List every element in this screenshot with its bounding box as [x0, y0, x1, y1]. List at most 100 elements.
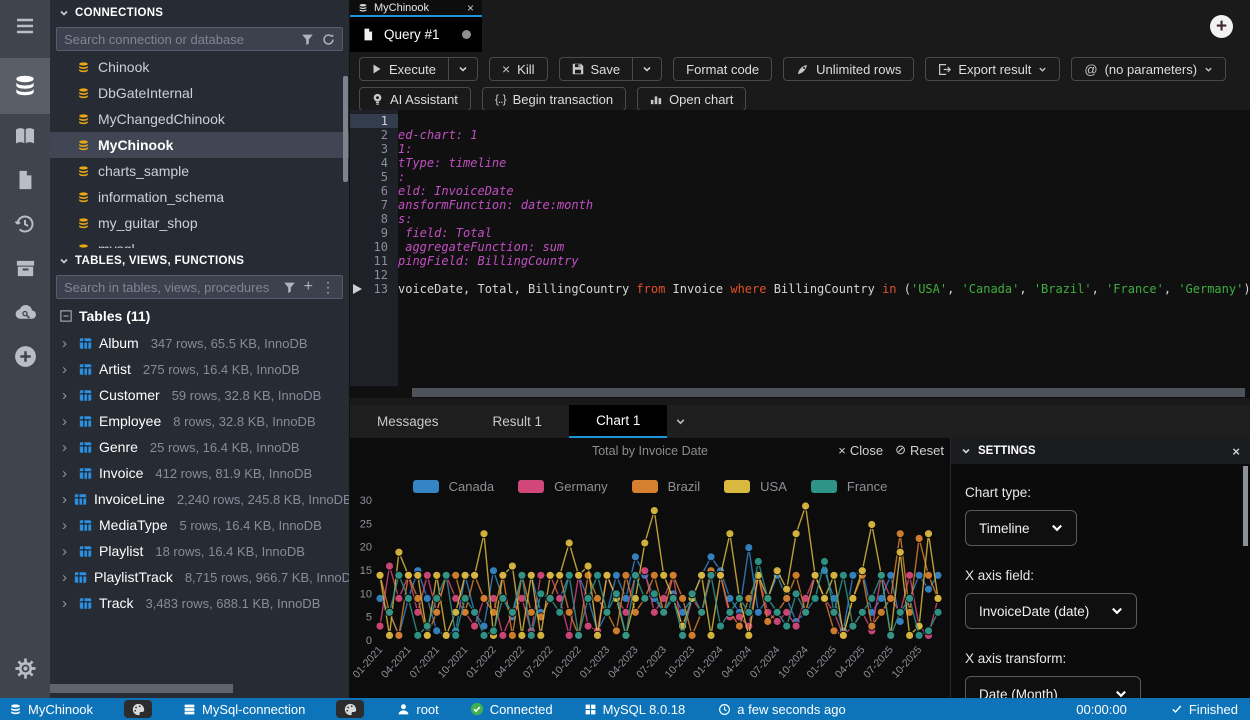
kill-button[interactable]: × Kill [489, 57, 548, 81]
chevron-right-icon[interactable]: › [62, 517, 72, 534]
settings-scrollbar[interactable] [1243, 466, 1248, 546]
tab-messages[interactable]: Messages [350, 405, 466, 438]
chevron-right-icon[interactable]: › [62, 465, 72, 482]
connection-item-charts_sample[interactable]: charts_sample [50, 158, 349, 184]
chevron-right-icon[interactable]: › [62, 335, 72, 352]
refresh-icon[interactable] [322, 33, 335, 46]
editor-code[interactable]: ed-chart: 11:tType: timeline:eld: Invoic… [398, 114, 1250, 296]
save-button[interactable]: Save [559, 57, 634, 81]
connection-item-DbGateInternal[interactable]: DbGateInternal [50, 80, 349, 106]
new-tab-button[interactable]: + [1210, 15, 1233, 38]
connection-tab[interactable]: MyChinook × [350, 0, 482, 17]
chevron-right-icon[interactable]: › [62, 387, 72, 404]
connection-color-button[interactable] [336, 700, 364, 718]
table-item-Invoice[interactable]: › Invoice 412 rows, 81.9 KB, InnoDB [50, 460, 349, 486]
table-item-Employee[interactable]: › Employee 8 rows, 32.8 KB, InnoDB [50, 408, 349, 434]
table-item-Playlist[interactable]: › Playlist 18 rows, 16.4 KB, InnoDB [50, 538, 349, 564]
connection-item-my_guitar_shop[interactable]: my_guitar_shop [50, 210, 349, 236]
format-code-button[interactable]: Format code [673, 57, 772, 81]
connection-item-mysql[interactable]: mysql [50, 236, 349, 248]
close-icon[interactable]: × [1232, 444, 1240, 459]
chart-close-button[interactable]: ×Close [838, 442, 883, 458]
add-icon[interactable]: + [304, 279, 313, 295]
table-item-MediaType[interactable]: › MediaType 5 rows, 16.4 KB, InnoDB [50, 512, 349, 538]
database-color-button[interactable] [124, 700, 152, 718]
filter-icon[interactable] [301, 33, 314, 46]
connection-item-Chinook[interactable]: Chinook [50, 54, 349, 80]
save-dropdown[interactable] [633, 57, 662, 81]
unlimited-rows-button[interactable]: Unlimited rows [783, 57, 914, 81]
close-icon[interactable]: × [467, 1, 474, 15]
legend-item-USA[interactable]: USA [724, 479, 787, 494]
legend-item-Brazil[interactable]: Brazil [632, 479, 701, 494]
table-item-Genre[interactable]: › Genre 25 rows, 16.4 KB, InnoDB [50, 434, 349, 460]
x-field-select[interactable]: InvoiceDate (date) [965, 593, 1137, 629]
svg-text:10-2022: 10-2022 [549, 644, 584, 681]
legend-item-Germany[interactable]: Germany [518, 479, 607, 494]
connections-search[interactable] [56, 27, 343, 51]
table-item-InvoiceLine[interactable]: › InvoiceLine 2,240 rows, 245.8 KB, Inno… [50, 486, 349, 512]
filter-icon[interactable] [283, 281, 296, 294]
sidebar-item-add[interactable] [0, 334, 50, 378]
chevron-right-icon[interactable]: › [62, 569, 67, 586]
status-connection[interactable]: MySql-connection [183, 702, 305, 717]
chevron-right-icon[interactable]: › [62, 595, 72, 612]
table-item-Artist[interactable]: › Artist 275 rows, 16.4 KB, InnoDB [50, 356, 349, 382]
tabs-dropdown[interactable] [667, 405, 694, 438]
file-icon [361, 27, 375, 42]
braces-icon: {..} [495, 92, 506, 106]
menu-button[interactable] [0, 4, 50, 48]
parameters-button[interactable]: @ (no parameters) [1071, 57, 1226, 81]
sidebar-item-cloud[interactable] [0, 290, 50, 334]
editor-hscrollbar[interactable] [412, 388, 1245, 397]
connection-item-MyChinook[interactable]: MyChinook [50, 132, 349, 158]
table-item-Customer[interactable]: › Customer 59 rows, 32.8 KB, InnoDB [50, 382, 349, 408]
tables-header[interactable]: TABLES, VIEWS, FUNCTIONS [50, 248, 349, 274]
chart-type-select[interactable]: Timeline [965, 510, 1077, 546]
line-number: 6 [350, 184, 398, 198]
code-line: eld: InvoiceDate [398, 184, 1250, 198]
sidebar-item-history[interactable] [0, 202, 50, 246]
tables-list: › Album 347 rows, 65.5 KB, InnoDB› Artis… [50, 330, 349, 616]
tables-hscrollbar[interactable] [50, 684, 233, 693]
settings-button[interactable] [0, 646, 50, 690]
settings-header[interactable]: SETTINGS × [951, 438, 1250, 464]
tables-group[interactable]: Tables (11) [50, 302, 349, 330]
tab-result-1[interactable]: Result 1 [466, 405, 570, 438]
query-tab[interactable]: Query #1 [350, 17, 482, 52]
chevron-right-icon[interactable]: › [62, 491, 67, 508]
table-item-PlaylistTrack[interactable]: › PlaylistTrack 8,715 rows, 966.7 KB, In… [50, 564, 349, 590]
table-item-Track[interactable]: › Track 3,483 rows, 688.1 KB, InnoDB [50, 590, 349, 616]
tab-chart-1[interactable]: Chart 1 [569, 405, 667, 438]
legend-item-Canada[interactable]: Canada [413, 479, 495, 494]
chevron-right-icon[interactable]: › [62, 361, 72, 378]
connection-item-MyChangedChinook[interactable]: MyChangedChinook [50, 106, 349, 132]
tables-search-input[interactable] [64, 280, 275, 295]
table-item-Album[interactable]: › Album 347 rows, 65.5 KB, InnoDB [50, 330, 349, 356]
connections-scrollbar[interactable] [343, 76, 348, 182]
export-result-button[interactable]: Export result [925, 57, 1060, 81]
kebab-menu-icon[interactable]: ⋮ [321, 280, 335, 294]
chevron-right-icon[interactable]: › [62, 543, 72, 560]
connections-search-input[interactable] [64, 32, 293, 47]
execute-button[interactable]: Execute [359, 57, 449, 81]
sidebar-item-reference[interactable] [0, 114, 50, 158]
sql-editor[interactable]: 12345678910111213 ed-chart: 11:tType: ti… [350, 110, 1250, 398]
code-line: ansformFunction: date:month [398, 198, 1250, 212]
chevron-right-icon[interactable]: › [62, 439, 72, 456]
table-icon [79, 519, 92, 532]
connections-header[interactable]: CONNECTIONS [50, 0, 349, 26]
ai-assistant-button[interactable]: AI Assistant [359, 87, 471, 111]
execute-dropdown[interactable] [449, 57, 478, 81]
chevron-right-icon[interactable]: › [62, 413, 72, 430]
tables-search[interactable]: + ⋮ [56, 275, 343, 299]
legend-item-France[interactable]: France [811, 479, 887, 494]
status-database[interactable]: MyChinook [9, 702, 93, 717]
sidebar-item-archive[interactable] [0, 246, 50, 290]
open-chart-button[interactable]: Open chart [637, 87, 746, 111]
sidebar-item-files[interactable] [0, 158, 50, 202]
connection-item-information_schema[interactable]: information_schema [50, 184, 349, 210]
sidebar-item-connections[interactable] [0, 58, 50, 114]
begin-transaction-button[interactable]: {..} Begin transaction [482, 87, 626, 111]
chart-reset-button[interactable]: ⊘Reset [895, 442, 944, 458]
